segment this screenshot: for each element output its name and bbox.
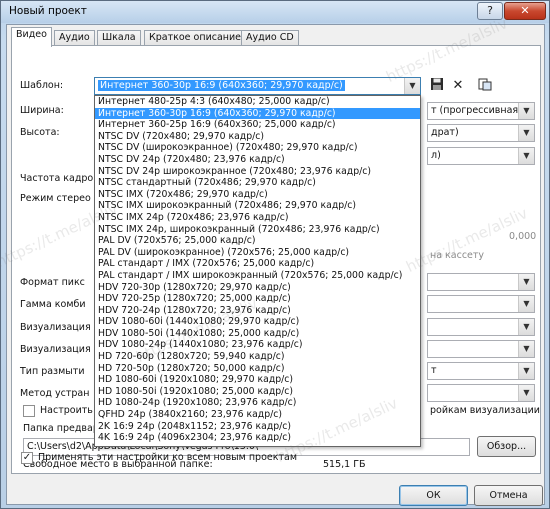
template-option[interactable]: QFHD 24p (3840x2160; 23,976 кадр/с) [95, 409, 420, 421]
pixel-format-label: Формат пикс [20, 277, 85, 288]
template-option[interactable]: HD 1080-60i (1920x1080; 29,970 кадр/с) [95, 374, 420, 386]
template-dropdown-list[interactable]: Интернет 480-25p 4:3 (640x480; 25,000 ка… [94, 95, 421, 447]
close-button[interactable]: ✕ [504, 2, 546, 20]
template-select[interactable]: Интернет 360-30p 16:9 (640x360; 29,970 к… [94, 77, 421, 95]
field-order-value: т (прогрессивная р [431, 105, 528, 116]
template-option[interactable]: NTSC DV 24p (720x480; 23,976 кадр/с) [95, 154, 420, 166]
template-option[interactable]: Интернет 360-30p 16:9 (640x360; 29,970 к… [95, 107, 420, 120]
template-option[interactable]: Интернет 360-25p 16:9 (640x360; 25,000 к… [95, 119, 420, 131]
height-label: Высота: [20, 127, 60, 138]
template-option[interactable]: NTSC IMX широкоэкранный (720x486; 29,970… [95, 200, 420, 212]
save-icon[interactable] [428, 77, 446, 95]
video-settings-panel: Шаблон: Интернет 360-30p 16:9 (640x360; … [11, 45, 541, 474]
output-rotation-value: л) [431, 150, 441, 161]
chevron-down-icon[interactable]: ▼ [518, 148, 534, 164]
template-option[interactable]: NTSC стандартный (720x486; 29,970 кадр/с… [95, 177, 420, 189]
blur-type-select[interactable]: т ▼ [427, 362, 535, 380]
chevron-down-icon[interactable]: ▼ [518, 125, 534, 141]
template-option[interactable]: NTSC IMX 24p (720x486; 23,976 кадр/с) [95, 212, 420, 224]
gamma-select[interactable]: ▼ [427, 295, 535, 313]
blur-type-label: Тип размыти [20, 366, 85, 377]
field-order-select[interactable]: т (прогрессивная р ▼ [427, 102, 535, 120]
template-option[interactable]: HD 720-50p (1280x720; 50,000 кадр/с) [95, 363, 420, 375]
tab-summary[interactable]: Краткое описание [144, 30, 247, 46]
pixel-aspect-select[interactable]: драт) ▼ [427, 124, 535, 142]
viz-quality-label: Визуализация [20, 322, 91, 333]
output-rotation-select[interactable]: л) ▼ [427, 147, 535, 165]
template-option[interactable]: HDV 720-25p (1280x720; 25,000 кадр/с) [95, 293, 420, 305]
tab-audio-cd[interactable]: Аудио CD [241, 30, 299, 46]
deinterlace-label: Метод устран [20, 388, 90, 399]
template-option[interactable]: 4K 16:9 24p (4096x2304; 23,976 кадр/с) [95, 432, 420, 444]
template-option[interactable]: PAL стандарт / IMX (720x576; 25,000 кадр… [95, 258, 420, 270]
dialog-client: Видео Аудио Шкала Краткое описание Аудио… [6, 24, 545, 506]
width-label: Ширина: [20, 105, 64, 116]
properties-icon[interactable] [476, 77, 494, 95]
blur-type-value: т [431, 365, 437, 376]
template-label: Шаблон: [20, 80, 64, 91]
tab-audio[interactable]: Аудио [54, 30, 95, 46]
apply-all-checkbox[interactable]: ✓ [21, 452, 33, 464]
template-option[interactable]: HD 1080-24p (1920x1080; 23,976 кадр/с) [95, 397, 420, 409]
ok-button[interactable]: ОК [399, 485, 468, 506]
template-selected-value: Интернет 360-30p 16:9 (640x360; 29,970 к… [98, 80, 345, 91]
template-option[interactable]: 2K 16:9 24p (2048x1152; 23,976 кадр/с) [95, 421, 420, 433]
stereo-mode-label: Режим стерео [20, 193, 91, 204]
template-option[interactable]: PAL DV (720x576; 25,000 кадр/с) [95, 235, 420, 247]
framerate-label: Частота кадров [20, 173, 99, 184]
adjust-checkbox[interactable] [23, 405, 35, 417]
chevron-down-icon[interactable]: ▼ [404, 78, 420, 94]
stereo-offset-value: 0,000 [509, 231, 537, 242]
template-option[interactable]: HDV 1080-60i (1440x1080; 29,970 кадр/с) [95, 316, 420, 328]
title-bar: Новый проект ? ✕ [1, 1, 549, 23]
gamma-label: Гамма комби [20, 299, 86, 310]
template-option[interactable]: NTSC DV (широкоэкранное) (720x480; 29,97… [95, 142, 420, 154]
template-option[interactable]: HDV 720-24p (1280x720; 23,976 кадр/с) [95, 305, 420, 317]
dialog-window: Новый проект ? ✕ Видео Аудио Шкала Кратк… [0, 0, 550, 509]
tab-timeline[interactable]: Шкала [97, 30, 141, 46]
chevron-down-icon[interactable]: ▼ [518, 363, 534, 379]
chevron-down-icon[interactable]: ▼ [518, 385, 534, 401]
template-option[interactable]: HD 720-60p (1280x720; 59,940 кадр/с) [95, 351, 420, 363]
browse-button[interactable]: Обзор... [477, 436, 536, 457]
adjust-label: Настроить [40, 405, 93, 416]
chevron-down-icon[interactable]: ▼ [518, 296, 534, 312]
chevron-down-icon[interactable]: ▼ [518, 103, 534, 119]
pixel-aspect-value: драт) [431, 127, 459, 138]
help-button[interactable]: ? [477, 2, 503, 20]
viz-motion-label: Визуализация [20, 344, 91, 355]
viz-motion-select[interactable]: ▼ [427, 340, 535, 358]
deinterlace-select[interactable]: ▼ [427, 384, 535, 402]
chevron-down-icon[interactable]: ▼ [518, 341, 534, 357]
template-option[interactable]: NTSC DV (720x480; 29,970 кадр/с) [95, 131, 420, 143]
viz-settings-text: ройкам визуализации [430, 405, 540, 416]
apply-all-label: Применять эти настройки ко всем новым пр… [38, 452, 298, 463]
template-option[interactable]: HDV 720-30p (1280x720; 29,970 кадр/с) [95, 282, 420, 294]
free-space-value: 515,1 ГБ [323, 459, 366, 470]
delete-icon[interactable]: ✕ [449, 77, 467, 95]
template-option[interactable]: Интернет 480-25p 4:3 (640x480; 25,000 ка… [95, 96, 420, 108]
tab-video[interactable]: Видео [11, 27, 52, 47]
template-option[interactable]: HDV 1080-24p (1440x1080; 23,976 кадр/с) [95, 339, 420, 351]
template-option[interactable]: NTSC DV 24p широкоэкранное (720x480; 23,… [95, 166, 420, 178]
tape-text: на кассету [430, 250, 485, 261]
template-option[interactable]: HDV 1080-50i (1440x1080; 25,000 кадр/с) [95, 328, 420, 340]
window-title: Новый проект [9, 5, 87, 17]
template-option[interactable]: NTSC IMX (720x486; 29,970 кадр/с) [95, 189, 420, 201]
pixel-format-select[interactable]: ▼ [427, 273, 535, 291]
viz-quality-select[interactable]: ▼ [427, 318, 535, 336]
chevron-down-icon[interactable]: ▼ [518, 319, 534, 335]
chevron-down-icon[interactable]: ▼ [518, 274, 534, 290]
template-option[interactable]: NTSC IMX 24p, широкоэкранный (720x486; 2… [95, 224, 420, 236]
cancel-button[interactable]: Отмена [474, 485, 543, 506]
template-option[interactable]: PAL стандарт / IMX широкоэкранный (720x5… [95, 270, 420, 282]
template-option[interactable]: HD 1080-50i (1920x1080; 25,000 кадр/с) [95, 386, 420, 398]
template-option[interactable]: PAL DV (широкоэкранное) (720x576; 25,000… [95, 247, 420, 259]
